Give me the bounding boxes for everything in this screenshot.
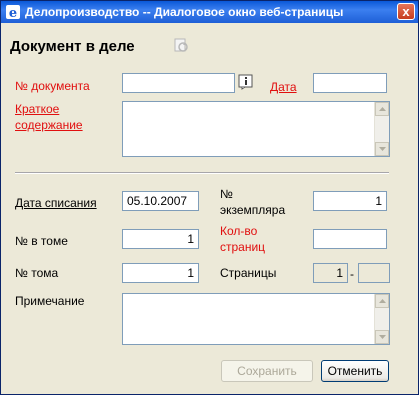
writeoff-date-label[interactable]: Дата списания	[15, 196, 97, 210]
pages-from-input[interactable]: 1	[313, 263, 348, 283]
save-button[interactable]: Сохранить	[221, 360, 313, 382]
writeoff-date-input[interactable]: 05.10.2007	[122, 191, 199, 211]
pages-to-input[interactable]	[358, 263, 390, 283]
page-title: Документ в деле	[10, 38, 135, 55]
refresh-icon[interactable]	[173, 37, 189, 53]
scroll-down-arrow-icon[interactable]	[375, 330, 389, 344]
scroll-up-arrow-icon[interactable]	[375, 102, 389, 116]
pages-range-dash: -	[350, 267, 354, 281]
window-title: Делопроизводство -- Диалоговое окно веб-…	[25, 5, 344, 19]
info-icon[interactable]	[238, 74, 254, 90]
copy-number-label: № экземпляра	[220, 187, 286, 217]
summary-label[interactable]: Краткое содержание	[15, 101, 115, 133]
doc-number-input[interactable]	[122, 73, 235, 93]
close-button[interactable]: x	[397, 3, 415, 20]
page-count-label: Кол-во страниц	[220, 224, 266, 254]
scroll-up-arrow-icon[interactable]	[375, 294, 389, 308]
volume-index-label: № в томе	[15, 234, 68, 248]
dialog-content: Документ в деле № документа Дата Краткое…	[1, 23, 418, 394]
dialog-window: e Делопроизводство -- Диалоговое окно ве…	[0, 0, 419, 395]
volume-number-label: № тома	[15, 266, 59, 280]
copy-number-input[interactable]: 1	[313, 191, 387, 211]
date-label[interactable]: Дата	[270, 80, 297, 94]
summary-textarea[interactable]	[122, 101, 390, 157]
svg-text:e: e	[9, 6, 17, 20]
doc-number-label: № документа	[15, 79, 90, 93]
volume-number-input[interactable]: 1	[122, 263, 199, 283]
page-count-input[interactable]	[313, 229, 387, 249]
note-scrollbar[interactable]	[374, 294, 389, 344]
scroll-down-arrow-icon[interactable]	[375, 142, 389, 156]
summary-scrollbar[interactable]	[374, 102, 389, 156]
volume-index-input[interactable]: 1	[122, 229, 199, 249]
title-bar: e Делопроизводство -- Диалоговое окно ве…	[1, 1, 418, 23]
cancel-button[interactable]: Отменить	[321, 360, 389, 382]
note-label: Примечание	[15, 294, 85, 308]
separator	[15, 172, 389, 174]
note-textarea[interactable]	[122, 293, 390, 345]
pages-label: Страницы	[220, 266, 277, 280]
ie-page-icon: e	[5, 4, 21, 21]
date-input[interactable]	[313, 73, 387, 93]
